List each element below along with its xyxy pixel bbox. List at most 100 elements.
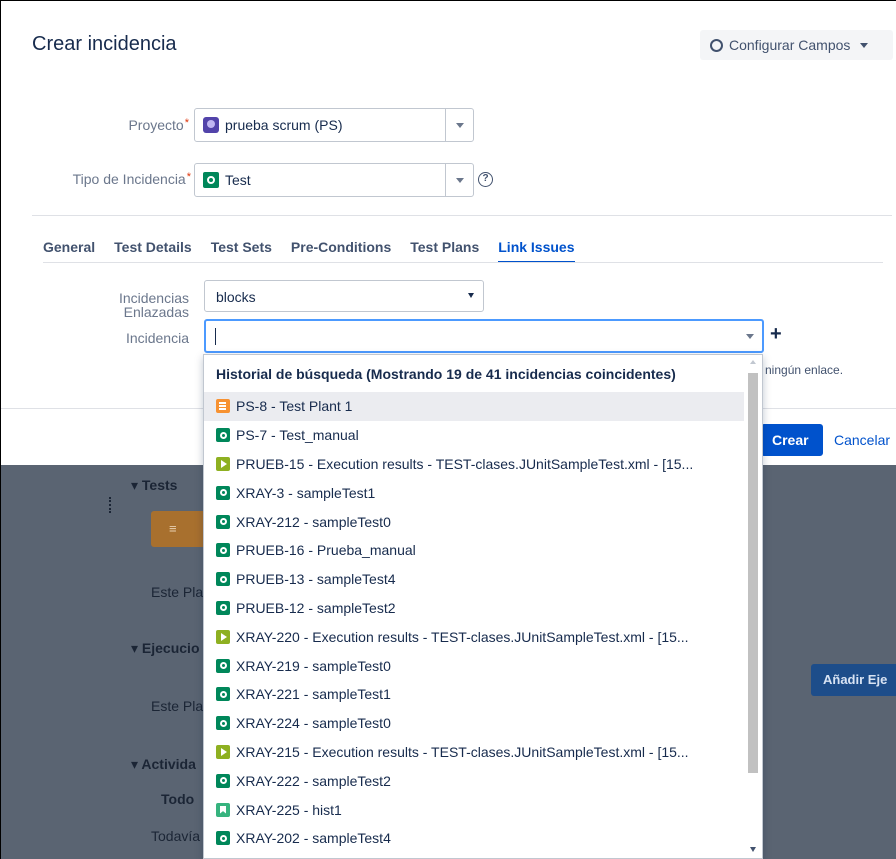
suggestion-item[interactable]: PS-7 - Test_manual bbox=[204, 421, 744, 450]
suggestion-item[interactable]: PRUEB-15 - Execution results - TEST-clas… bbox=[204, 450, 744, 479]
test-issue-icon bbox=[216, 716, 230, 731]
tab-link-issues[interactable]: Link Issues bbox=[498, 239, 575, 263]
test-issue-icon bbox=[203, 172, 219, 188]
tab-test-sets[interactable]: Test Sets bbox=[211, 239, 272, 263]
story-icon bbox=[216, 802, 230, 817]
chevron-down-icon bbox=[746, 333, 754, 339]
suggestion-item[interactable]: XRAY-221 - sampleTest1 bbox=[204, 680, 744, 709]
section-divider bbox=[32, 215, 892, 216]
suggestion-item-text: XRAY-221 - sampleTest1 bbox=[236, 686, 391, 703]
test-issue-icon bbox=[216, 543, 230, 558]
modal-title: Crear incidencia bbox=[32, 33, 177, 55]
bg-ejecucion-label: Ejecucio bbox=[141, 640, 200, 656]
tab-test-details[interactable]: Test Details bbox=[114, 239, 192, 263]
test-execution-icon bbox=[216, 456, 230, 471]
suggestion-item-text: XRAY-212 - sampleTest0 bbox=[236, 513, 391, 530]
bg-orange-button: ≡ bbox=[151, 511, 207, 547]
add-link-plus-icon[interactable]: + bbox=[770, 323, 782, 346]
chevron-down-icon bbox=[860, 42, 869, 48]
bg-ejecucion-section: ▾ Ejecucio bbox=[131, 640, 200, 656]
scroll-up-arrow-icon[interactable] bbox=[750, 360, 756, 364]
bg-todo-tab: Todo bbox=[161, 791, 195, 807]
tab-general[interactable]: General bbox=[43, 239, 95, 263]
suggestion-item[interactable]: XRAY-219 - sampleTest0 bbox=[204, 651, 744, 680]
drag-handle-dots bbox=[109, 497, 113, 513]
issue-type-label: Tipo de Incidencia* bbox=[41, 171, 191, 187]
configure-fields-label: Configurar Campos bbox=[729, 37, 851, 53]
tabs-underline bbox=[43, 262, 883, 263]
issue-input-arrow[interactable] bbox=[738, 321, 762, 351]
suggestion-item[interactable]: XRAY-212 - sampleTest0 bbox=[204, 507, 744, 536]
project-label-text: Proyecto bbox=[128, 117, 184, 133]
suggestion-item-text: PRUEB-16 - Prueba_manual bbox=[236, 542, 416, 559]
project-value: prueba scrum (PS) bbox=[225, 117, 343, 133]
suggestion-item[interactable]: PRUEB-16 - Prueba_manual bbox=[204, 536, 744, 565]
suggestion-item-text: XRAY-224 - sampleTest0 bbox=[236, 715, 391, 732]
issue-type-select-arrow[interactable] bbox=[445, 164, 473, 196]
project-select[interactable]: prueba scrum (PS) bbox=[194, 108, 474, 142]
suggestion-item-text: XRAY-3 - sampleTest1 bbox=[236, 484, 376, 501]
no-link-text: ningún enlace. bbox=[765, 363, 844, 377]
suggestion-item-text: XRAY-215 - Execution results - TEST-clas… bbox=[236, 743, 689, 760]
link-type-select[interactable]: blocks bbox=[204, 280, 484, 312]
suggestion-list: PS-8 - Test Plant 1 PS-7 - Test_manual PRU… bbox=[204, 392, 744, 853]
suggestion-item[interactable]: XRAY-222 - sampleTest2 bbox=[204, 766, 744, 795]
bg-add-execution-button: Añadir Eje bbox=[811, 664, 896, 696]
test-issue-icon bbox=[216, 831, 230, 846]
chevron-down-icon bbox=[468, 293, 474, 298]
suggestion-item-text: PS-7 - Test_manual bbox=[236, 427, 359, 444]
bg-tests-section: ▾ Tests bbox=[131, 477, 178, 493]
required-mark: * bbox=[184, 117, 189, 129]
suggestion-item[interactable]: PRUEB-13 - sampleTest4 bbox=[204, 565, 744, 594]
suggestion-item[interactable]: PRUEB-12 - sampleTest2 bbox=[204, 594, 744, 623]
suggestion-item-text: XRAY-222 - sampleTest2 bbox=[236, 772, 391, 789]
issue-type-value: Test bbox=[225, 172, 251, 188]
text-cursor bbox=[215, 328, 216, 345]
scroll-down-arrow-icon[interactable] bbox=[750, 847, 756, 852]
search-history-header: Historial de búsqueda (Mostrando 19 de 4… bbox=[216, 366, 676, 382]
cancel-link[interactable]: Cancelar bbox=[834, 432, 890, 448]
field-tabs: General Test Details Test Sets Pre-Condi… bbox=[43, 239, 594, 263]
test-issue-icon bbox=[216, 600, 230, 615]
test-issue-icon bbox=[216, 485, 230, 500]
test-issue-icon bbox=[216, 514, 230, 529]
bg-actividad-label: Activida bbox=[141, 756, 196, 772]
suggestion-item-text: PRUEB-13 - sampleTest4 bbox=[236, 571, 396, 588]
chevron-down-icon bbox=[455, 122, 464, 128]
configure-fields-button[interactable]: Configurar Campos bbox=[700, 30, 893, 60]
bg-actividad-section: ▾ Activida bbox=[131, 756, 196, 772]
suggestion-item[interactable]: XRAY-220 - Execution results - TEST-clas… bbox=[204, 622, 744, 651]
suggestion-item-text: XRAY-219 - sampleTest0 bbox=[236, 657, 391, 674]
help-icon[interactable]: ? bbox=[478, 172, 493, 187]
suggestion-item[interactable]: XRAY-225 - hist1 bbox=[204, 795, 744, 824]
test-issue-icon bbox=[216, 572, 230, 587]
suggestion-item[interactable]: XRAY-3 - sampleTest1 bbox=[204, 478, 744, 507]
issue-type-select[interactable]: Test bbox=[194, 163, 474, 197]
tab-test-plans[interactable]: Test Plans bbox=[410, 239, 479, 263]
tab-pre-conditions[interactable]: Pre-Conditions bbox=[291, 239, 391, 263]
suggestion-item[interactable]: XRAY-224 - sampleTest0 bbox=[204, 709, 744, 738]
project-select-arrow[interactable] bbox=[445, 109, 473, 141]
bg-plan-icon: ≡ bbox=[169, 521, 177, 536]
test-execution-icon bbox=[216, 744, 230, 759]
test-issue-icon bbox=[216, 428, 230, 443]
issue-search-input[interactable] bbox=[204, 319, 764, 353]
suggestion-item[interactable]: XRAY-202 - sampleTest4 bbox=[204, 824, 744, 853]
bg-todavia-text: Todavía bbox=[151, 828, 201, 844]
issue-label: Incidencia bbox=[125, 330, 189, 346]
linked-issues-label: Incidencias Enlazadas bbox=[118, 290, 189, 320]
suggestion-item-text: PRUEB-12 - sampleTest2 bbox=[236, 599, 396, 616]
suggestion-item-text: XRAY-202 - sampleTest4 bbox=[236, 830, 391, 847]
test-issue-icon bbox=[216, 773, 230, 788]
chevron-down-icon bbox=[455, 177, 464, 183]
bg-este-pla-1: Este Pla bbox=[151, 584, 204, 600]
suggestion-item[interactable]: XRAY-215 - Execution results - TEST-clas… bbox=[204, 738, 744, 767]
suggestion-item-text: XRAY-225 - hist1 bbox=[236, 801, 342, 818]
suggestion-item[interactable]: PS-8 - Test Plant 1 bbox=[204, 392, 744, 421]
bg-este-pla-2: Este Pla bbox=[151, 698, 204, 714]
dropdown-scrollbar[interactable] bbox=[744, 355, 762, 858]
suggestion-item-text: PRUEB-15 - Execution results - TEST-clas… bbox=[236, 455, 694, 472]
create-button[interactable]: Crear bbox=[761, 424, 823, 456]
required-mark: * bbox=[186, 171, 191, 183]
scroll-thumb[interactable] bbox=[748, 373, 758, 773]
